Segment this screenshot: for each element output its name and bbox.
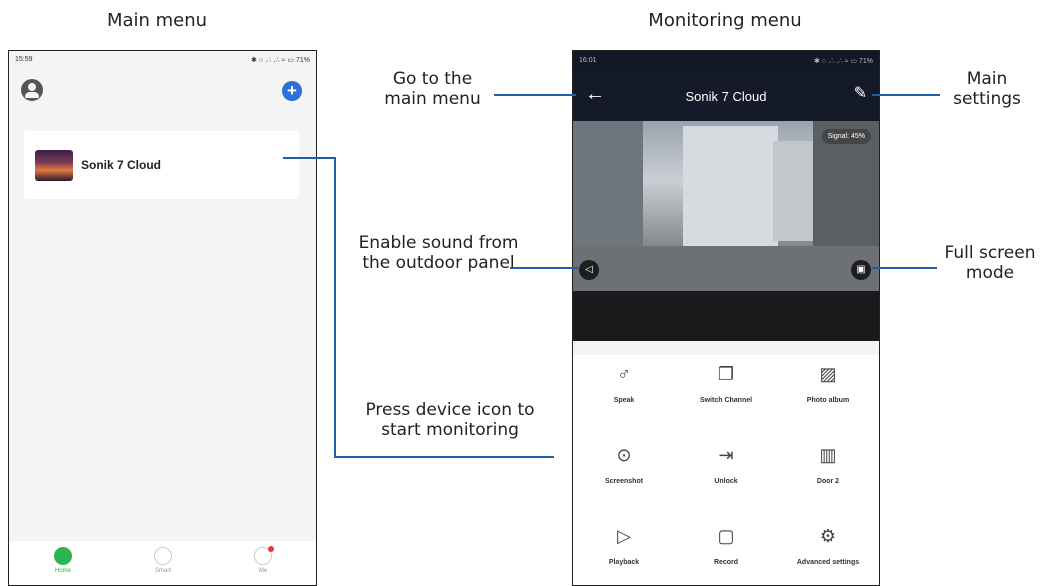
annotation-main-settings: Main settings xyxy=(953,69,1021,109)
video-bottom-bar xyxy=(573,291,879,341)
door-2-button[interactable]: ▥ Door 2 xyxy=(777,444,879,485)
signal-badge: Signal: 45% xyxy=(821,129,871,144)
playback-icon: ▷ xyxy=(617,526,631,546)
advanced-settings-button[interactable]: ⚙ Advanced settings xyxy=(777,525,879,566)
annotation-press-device: Press device icon to start monitoring xyxy=(365,400,535,440)
annotation-enable-sound: Enable sound from the outdoor panel xyxy=(358,233,519,273)
connector-line xyxy=(872,267,937,269)
status-time: 15:59 xyxy=(15,56,33,63)
bottom-nav: Home Smart Me xyxy=(9,541,316,585)
device-name: Sonik 7 Cloud xyxy=(81,158,162,172)
status-bar: 15:59 ✱ ○ .∴ .∴ ≈ ▭ 71% xyxy=(9,51,316,69)
status-time: 16:01 xyxy=(579,57,597,64)
door-icon: ▥ xyxy=(819,445,837,465)
playback-button[interactable]: ▷ Playback xyxy=(573,525,675,566)
nav-smart-label: Smart xyxy=(154,568,171,574)
monitoring-menu-caption: Monitoring menu xyxy=(648,10,802,31)
record-label: Record xyxy=(713,559,739,566)
add-device-button[interactable]: + xyxy=(282,81,302,101)
connector-line xyxy=(283,157,336,159)
screenshot-label: Screenshot xyxy=(604,478,644,485)
fullscreen-icon[interactable]: ▣ xyxy=(851,260,871,280)
photo-album-icon: ▨ xyxy=(819,364,837,384)
record-icon: ▢ xyxy=(717,526,735,546)
connector-line xyxy=(510,267,578,269)
status-bar: 16:01 ✱ ○ .∴ .∴ ≈ ▭ 71% xyxy=(573,51,879,71)
annotation-full-screen: Full screen mode xyxy=(944,243,1036,283)
nav-home[interactable]: Home xyxy=(33,547,93,574)
nav-me[interactable]: Me xyxy=(233,546,293,574)
status-icons: ✱ ○ .∴ .∴ ≈ ▭ 71% xyxy=(250,57,310,64)
connector-line xyxy=(334,157,336,458)
video-feed[interactable]: Signal: 45% xyxy=(573,121,879,291)
photo-album-label: Photo album xyxy=(806,397,850,404)
profile-icon[interactable] xyxy=(21,79,43,101)
nav-home-label: Home xyxy=(54,568,71,574)
gear-icon: ⚙ xyxy=(819,526,837,546)
status-icons: ✱ ○ .∴ .∴ ≈ ▭ 71% xyxy=(813,58,873,65)
switch-channel-icon: ❐ xyxy=(717,364,735,384)
video-ground xyxy=(573,246,879,291)
divider xyxy=(573,341,879,355)
door-2-label: Door 2 xyxy=(816,478,840,485)
record-button[interactable]: ▢ Record xyxy=(675,525,777,566)
nav-me-label: Me xyxy=(258,568,268,574)
unlock-button[interactable]: ⇥ Unlock xyxy=(675,444,777,485)
camera-icon: ⊙ xyxy=(616,445,632,465)
advanced-settings-label: Advanced settings xyxy=(796,559,860,566)
me-icon xyxy=(254,546,274,565)
annotation-go-main-menu: Go to the main menu xyxy=(384,69,481,109)
speak-label: Speak xyxy=(613,397,635,404)
main-menu-screen: 15:59 ✱ ○ .∴ .∴ ≈ ▭ 71% + Sonik 7 Cloud … xyxy=(8,50,317,586)
screenshot-button[interactable]: ⊙ Screenshot xyxy=(573,444,675,485)
photo-album-button[interactable]: ▨ Photo album xyxy=(777,363,879,404)
device-thumbnail[interactable] xyxy=(35,150,73,181)
smart-icon xyxy=(154,547,172,565)
video-building xyxy=(683,126,778,246)
edit-icon[interactable]: ✎ xyxy=(854,84,867,104)
monitor-title: Sonik 7 Cloud xyxy=(685,89,767,104)
sound-toggle-icon[interactable]: ◁ xyxy=(579,260,599,280)
connector-line xyxy=(872,94,940,96)
monitoring-screen: 16:01 ✱ ○ .∴ .∴ ≈ ▭ 71% ← Sonik 7 Cloud … xyxy=(572,50,880,586)
microphone-icon: ♂ xyxy=(617,364,631,384)
main-menu-caption: Main menu xyxy=(106,10,208,31)
playback-label: Playback xyxy=(608,559,640,566)
switch-channel-button[interactable]: ❐ Switch Channel xyxy=(675,363,777,404)
connector-line xyxy=(494,94,576,96)
connector-line xyxy=(334,456,554,458)
switch-channel-label: Switch Channel xyxy=(699,397,753,404)
nav-smart[interactable]: Smart xyxy=(133,547,193,574)
home-icon xyxy=(54,547,72,565)
video-building xyxy=(573,121,643,251)
device-card[interactable]: Sonik 7 Cloud xyxy=(24,131,299,199)
monitor-header: ← Sonik 7 Cloud ✎ xyxy=(573,71,879,121)
speak-button[interactable]: ♂ Speak xyxy=(573,363,675,404)
unlock-icon: ⇥ xyxy=(718,445,734,465)
unlock-label: Unlock xyxy=(714,478,738,485)
